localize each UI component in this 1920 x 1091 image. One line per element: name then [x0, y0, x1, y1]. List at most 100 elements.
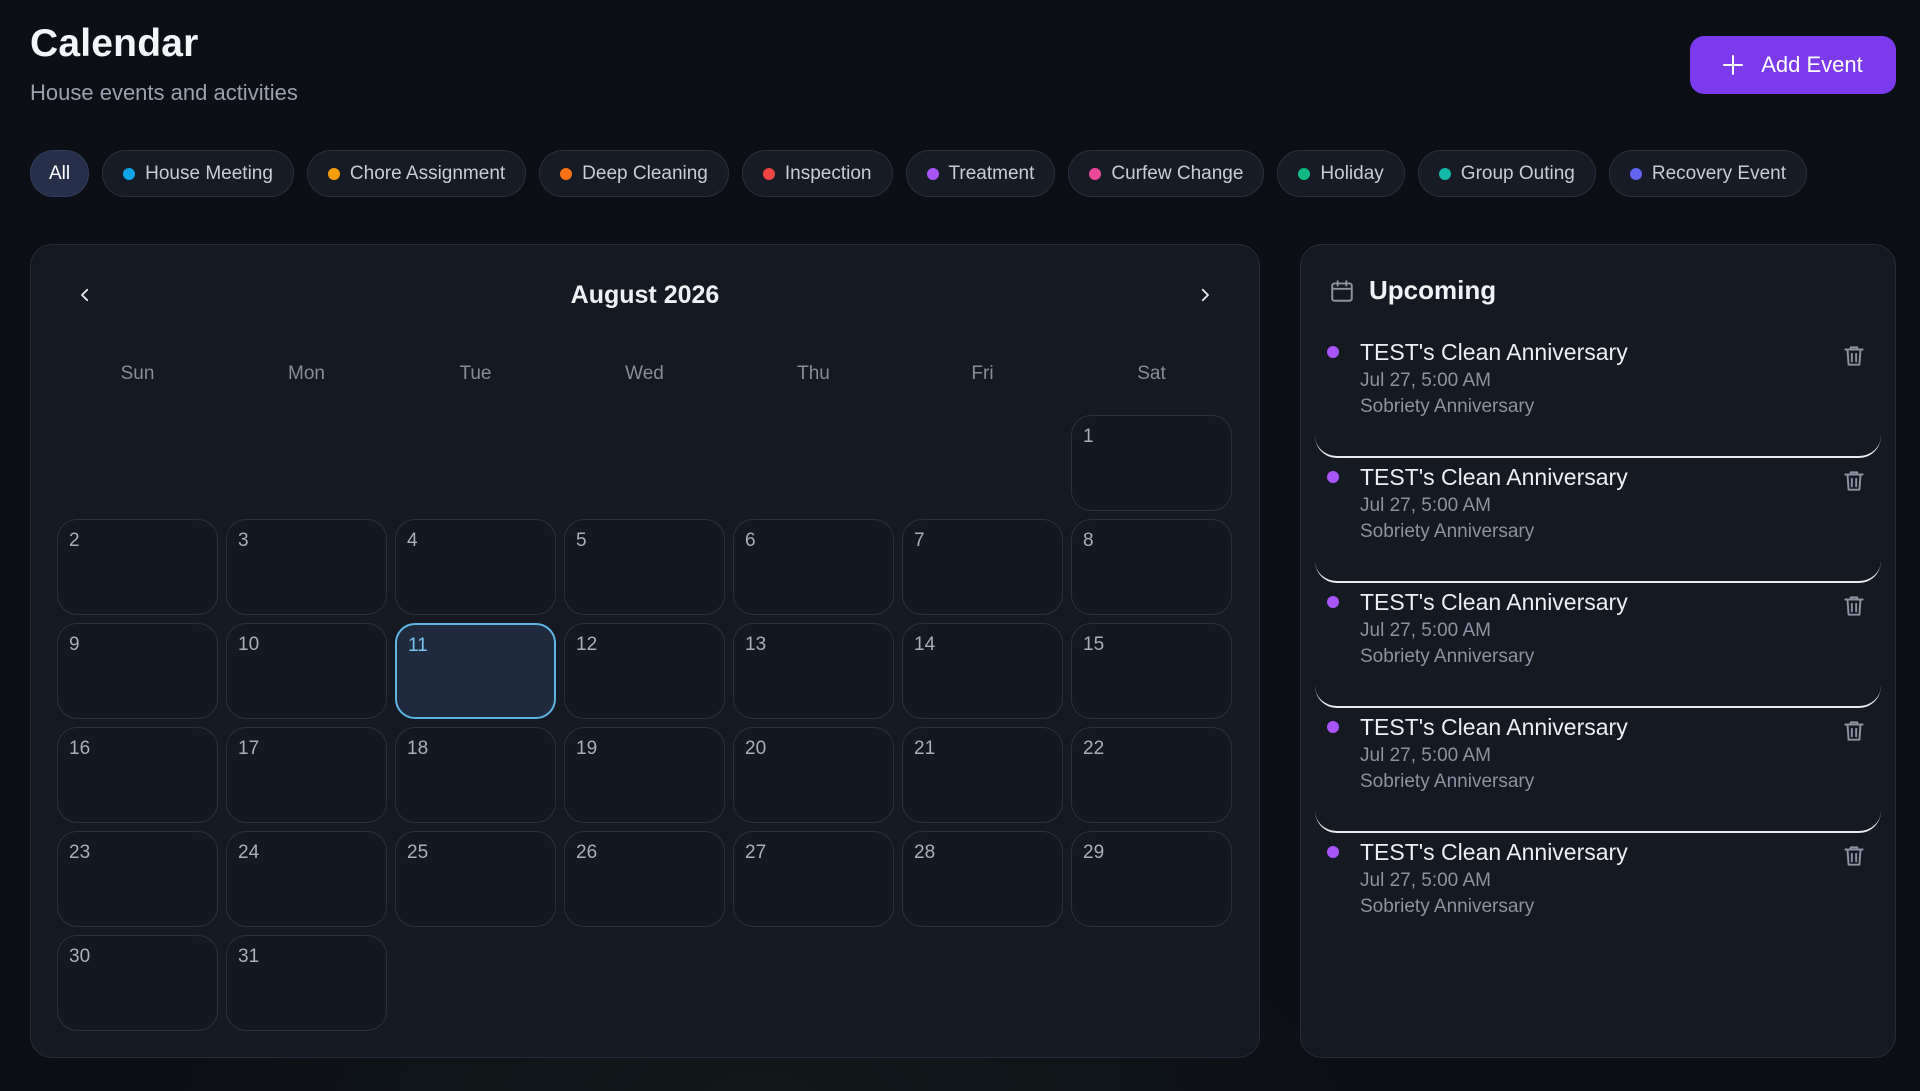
upcoming-event-item[interactable]: TEST's Clean Anniversary Jul 27, 5:00 AM S… [1315, 333, 1881, 458]
day-cell-empty [564, 415, 725, 511]
day-cell[interactable]: 8 [1071, 519, 1232, 615]
day-cell[interactable]: 29 [1071, 831, 1232, 927]
filter-chip-curfew-change[interactable]: Curfew Change [1068, 150, 1265, 197]
day-number: 21 [914, 738, 936, 759]
category-dot-icon [1298, 167, 1311, 180]
calendar-grid: 1 2 3 4 5 6 7 8 9 10 11 12 13 14 15 16 17 18 19 20 21 22 23 24 2… [57, 415, 1232, 1031]
day-cell[interactable]: 4 [395, 519, 556, 615]
weekday-thu: Thu [797, 363, 830, 384]
day-number: 30 [69, 946, 91, 967]
upcoming-event-item[interactable]: TEST's Clean Anniversary Jul 27, 5:00 AM S… [1315, 833, 1881, 958]
day-cell[interactable]: 28 [902, 831, 1063, 927]
calendar-icon [1331, 279, 1353, 302]
day-cell[interactable]: 14 [902, 623, 1063, 719]
weekday-tue: Tue [459, 363, 492, 384]
day-cell-today[interactable]: 11 [395, 623, 556, 719]
day-number: 9 [69, 634, 80, 655]
filter-chip-label: All [49, 162, 71, 184]
day-number: 22 [1083, 738, 1105, 759]
day-number: 17 [238, 738, 260, 759]
upcoming-event-item[interactable]: TEST's Clean Anniversary Jul 27, 5:00 AM S… [1315, 583, 1881, 708]
filter-chip-label: Deep Cleaning [582, 162, 708, 184]
filter-chip-all[interactable]: All [30, 150, 90, 197]
event-dot-icon [1327, 596, 1339, 608]
event-time: Jul 27, 5:00 AM [1360, 870, 1491, 891]
day-number: 13 [745, 634, 767, 655]
day-number: 3 [238, 530, 249, 551]
day-number: 19 [576, 738, 598, 759]
day-number: 7 [914, 530, 925, 551]
event-time: Jul 27, 5:00 AM [1360, 745, 1491, 766]
day-cell[interactable]: 2 [57, 519, 218, 615]
day-cell[interactable]: 9 [57, 623, 218, 719]
day-cell[interactable]: 16 [57, 727, 218, 823]
add-event-label: Add Event [1761, 52, 1863, 77]
upcoming-header: Upcoming [1329, 275, 1496, 306]
day-cell-empty [226, 415, 387, 511]
day-cell[interactable]: 7 [902, 519, 1063, 615]
day-number: 20 [745, 738, 767, 759]
event-type: Sobriety Anniversary [1360, 896, 1535, 917]
event-dot-icon [1327, 846, 1339, 858]
day-cell[interactable]: 18 [395, 727, 556, 823]
day-cell[interactable]: 25 [395, 831, 556, 927]
day-cell[interactable]: 1 [1071, 415, 1232, 511]
trash-icon[interactable] [1841, 593, 1867, 619]
filter-chip-deep-cleaning[interactable]: Deep Cleaning [539, 150, 729, 197]
day-cell[interactable]: 27 [733, 831, 894, 927]
day-cell[interactable]: 3 [226, 519, 387, 615]
event-type: Sobriety Anniversary [1360, 646, 1535, 667]
filter-chip-label: Curfew Change [1111, 162, 1244, 184]
day-cell[interactable]: 22 [1071, 727, 1232, 823]
day-cell[interactable]: 24 [226, 831, 387, 927]
filter-chip-chore-assignment[interactable]: Chore Assignment [306, 150, 527, 197]
day-cell[interactable]: 15 [1071, 623, 1232, 719]
day-cell[interactable]: 20 [733, 727, 894, 823]
category-dot-icon [1629, 167, 1642, 180]
add-event-button[interactable]: Add Event [1690, 36, 1896, 94]
filter-chip-recovery-event[interactable]: Recovery Event [1608, 150, 1807, 197]
event-time: Jul 27, 5:00 AM [1360, 370, 1491, 391]
day-cell[interactable]: 10 [226, 623, 387, 719]
day-cell-empty [733, 415, 894, 511]
calendar-panel: August 2026 Sun Mon Tue Wed Thu Fri Sat 123456… [30, 244, 1260, 1058]
filter-chip-holiday[interactable]: Holiday [1277, 150, 1405, 197]
trash-icon[interactable] [1841, 468, 1867, 494]
category-dot-icon [123, 167, 136, 180]
day-cell[interactable]: 19 [564, 727, 725, 823]
day-cell[interactable]: 26 [564, 831, 725, 927]
trash-icon[interactable] [1841, 718, 1867, 744]
category-dot-icon [560, 167, 573, 180]
filter-chips: All House Meeting Chore Assignment Deep Cle… [30, 150, 1807, 197]
trash-icon[interactable] [1841, 843, 1867, 869]
event-name: TEST's Clean Anniversary [1360, 339, 1628, 365]
weekday-sat: Sat [1137, 363, 1166, 384]
day-number: 26 [576, 842, 598, 863]
day-cell[interactable]: 31 [226, 935, 387, 1031]
day-cell[interactable]: 30 [57, 935, 218, 1031]
filter-chip-label: Treatment [948, 162, 1035, 184]
page-header: Calendar House events and activities [30, 22, 298, 106]
day-cell-empty [902, 415, 1063, 511]
upcoming-event-item[interactable]: TEST's Clean Anniversary Jul 27, 5:00 AM S… [1315, 458, 1881, 583]
event-time: Jul 27, 5:00 AM [1360, 495, 1491, 516]
day-cell[interactable]: 6 [733, 519, 894, 615]
day-cell[interactable]: 21 [902, 727, 1063, 823]
day-number: 18 [407, 738, 429, 759]
upcoming-event-item[interactable]: TEST's Clean Anniversary Jul 27, 5:00 AM S… [1315, 708, 1881, 833]
trash-icon[interactable] [1841, 343, 1867, 369]
day-cell[interactable]: 17 [226, 727, 387, 823]
day-cell[interactable]: 13 [733, 623, 894, 719]
day-number: 31 [238, 946, 260, 967]
filter-chip-group-outing[interactable]: Group Outing [1417, 150, 1596, 197]
next-month-button[interactable] [1187, 277, 1223, 313]
filter-chip-house-meeting[interactable]: House Meeting [102, 150, 294, 197]
day-number: 14 [914, 634, 936, 655]
day-cell[interactable]: 12 [564, 623, 725, 719]
day-cell[interactable]: 5 [564, 519, 725, 615]
filter-chip-inspection[interactable]: Inspection [741, 150, 893, 197]
upcoming-title: Upcoming [1369, 275, 1497, 305]
filter-chip-treatment[interactable]: Treatment [905, 150, 1056, 197]
category-dot-icon [327, 167, 340, 180]
day-cell[interactable]: 23 [57, 831, 218, 927]
